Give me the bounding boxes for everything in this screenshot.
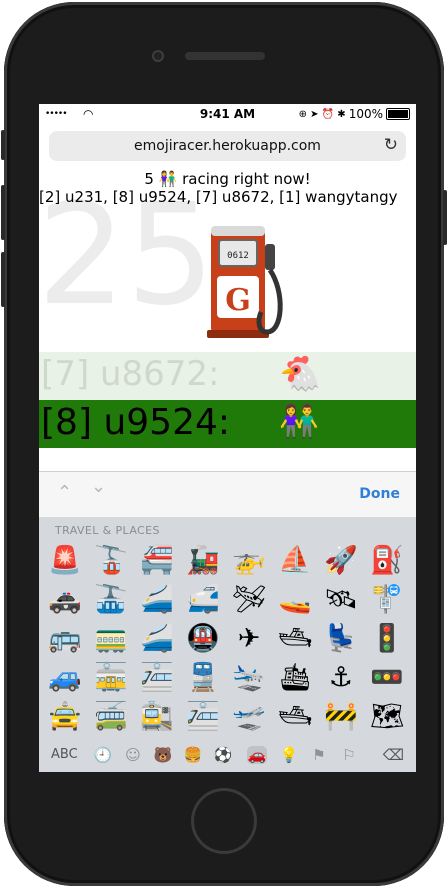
emoji-key[interactable]: 🚁	[229, 542, 269, 580]
emoji-key[interactable]: ✈	[229, 620, 269, 658]
game-area: 25 5 👫 racing right now! [2] u231, [8] u…	[39, 166, 416, 471]
url-text: emojiracer.herokuapp.com	[134, 138, 321, 154]
emoji-key[interactable]: 🛥	[275, 698, 315, 736]
symbols-category-icon[interactable]: ⚑	[309, 746, 329, 764]
screen: ••••• ◠ 9:41 AM ⊕ ➤ ⏰ ✱ 100% emojiracer.…	[39, 104, 416, 772]
emoji-key[interactable]: 🛥	[275, 620, 315, 658]
power-button	[443, 190, 447, 245]
address-bar[interactable]: emojiracer.herokuapp.com ↻	[49, 131, 406, 161]
emoji-key[interactable]: 🛩	[229, 581, 269, 619]
emoji-keyboard: TRAVEL & PLACES 🚨 🚡 🚝 🚂 🚁 ⛵ 🚀 ⛽ 🚓 🚠 🚄 🚅 🛩 🚤 🛰 🚏 🚌 🚃 🚄 🚇 ✈ 🛥 💺 🚦…	[39, 517, 416, 772]
racers-list: [2] u231, [8] u9524, [7] u8672, [1] wang…	[39, 188, 398, 206]
emoji-key[interactable]: 🚓	[45, 581, 85, 619]
emoji-key[interactable]: 🚀	[321, 542, 361, 580]
emoji-key[interactable]: 🛫	[229, 698, 269, 736]
emoji-category-title: TRAVEL & PLACES	[55, 524, 160, 537]
done-button[interactable]: Done	[359, 486, 400, 502]
players-headline: 5 👫 racing right now!	[144, 170, 311, 188]
svg-text:0612: 0612	[227, 251, 249, 261]
status-icons: ⊕ ➤ ⏰ ✱	[298, 108, 346, 120]
travel-category-icon[interactable]: 🚗	[247, 746, 267, 764]
emoji-key[interactable]: 🚅	[183, 581, 223, 619]
emoji-key[interactable]: 🚠	[91, 581, 131, 619]
emoji-key[interactable]: 🚆	[183, 659, 223, 697]
backspace-icon[interactable]: ⌫	[383, 746, 404, 764]
emoji-key[interactable]: 🛬	[229, 659, 269, 697]
keyboard-bottom-bar: ABC 🕘 ☺ 🐻 🍔 ⚽ 🚗 💡 ⚑ ⚐ ⌫	[39, 741, 416, 772]
flags-category-icon[interactable]: ⚐	[339, 746, 359, 764]
emoji-key[interactable]: ⛽	[367, 542, 407, 580]
emoji-key[interactable]: 🚡	[91, 542, 131, 580]
earpiece-speaker	[185, 52, 265, 60]
racer-label: [7] u8672:	[41, 354, 220, 394]
emoji-key[interactable]: 🚥	[367, 659, 407, 697]
front-camera	[152, 50, 164, 62]
emoji-key[interactable]: 🚂	[183, 542, 223, 580]
couple-icon: 👫	[279, 402, 319, 440]
battery-icon	[386, 108, 410, 120]
home-button[interactable]	[191, 788, 257, 854]
next-field-button[interactable]: ⌄	[91, 476, 106, 497]
silent-switch	[1, 130, 5, 160]
emoji-key[interactable]: 💺	[321, 620, 361, 658]
svg-text:G: G	[225, 283, 251, 318]
smileys-category-icon[interactable]: ☺	[123, 746, 143, 764]
racer-label: [8] u9524:	[41, 402, 230, 443]
emoji-key[interactable]: 🚦	[367, 620, 407, 658]
racer-row-faded: [7] u8672: 🐔	[39, 352, 416, 400]
activity-category-icon[interactable]: ⚽	[213, 746, 233, 764]
food-category-icon[interactable]: 🍔	[183, 746, 203, 764]
volume-down-button	[1, 252, 5, 307]
emoji-key[interactable]: 🛳	[275, 659, 315, 697]
keyboard-accessory-bar: ⌃ ⌄ Done	[39, 471, 416, 518]
emoji-key[interactable]: 🚧	[321, 698, 361, 736]
emoji-key[interactable]: ⛵	[275, 542, 315, 580]
emoji-key[interactable]: 🛰	[321, 581, 361, 619]
emoji-key[interactable]: 🚄	[137, 581, 177, 619]
racer-row-active: [8] u9524: 👫	[39, 400, 416, 448]
previous-field-button[interactable]: ⌃	[57, 482, 72, 503]
emoji-key[interactable]: 🚖	[45, 698, 85, 736]
emoji-key[interactable]: ⚓	[321, 659, 361, 697]
emoji-key[interactable]: 🚎	[91, 698, 131, 736]
emoji-key[interactable]: 🚇	[183, 620, 223, 658]
reload-icon[interactable]: ↻	[384, 135, 398, 155]
emoji-key[interactable]: 🚈	[137, 659, 177, 697]
fuel-pump-icon: 0612 G	[207, 226, 283, 338]
battery-percent: 100%	[348, 107, 383, 121]
abc-button[interactable]: ABC	[51, 747, 78, 762]
emoji-key[interactable]: 🚄	[137, 620, 177, 658]
emoji-key[interactable]: 🗺	[367, 698, 407, 736]
emoji-key[interactable]: 🚋	[91, 659, 131, 697]
recent-category-icon[interactable]: 🕘	[93, 746, 113, 764]
emoji-key[interactable]: 🚌	[45, 620, 85, 658]
emoji-key[interactable]: 🚉	[137, 698, 177, 736]
emoji-key[interactable]: 🚨	[45, 542, 85, 580]
objects-category-icon[interactable]: 💡	[279, 746, 299, 764]
emoji-key[interactable]: 🚝	[137, 542, 177, 580]
emoji-key[interactable]: 🚃	[91, 620, 131, 658]
volume-up-button	[1, 185, 5, 240]
emoji-key[interactable]: 🚙	[45, 659, 85, 697]
emoji-key[interactable]: 🚤	[275, 581, 315, 619]
animals-category-icon[interactable]: 🐻	[153, 746, 173, 764]
emoji-key[interactable]: 🚏	[367, 581, 407, 619]
chicken-icon: 🐔	[279, 354, 322, 394]
status-bar: ••••• ◠ 9:41 AM ⊕ ➤ ⏰ ✱ 100%	[39, 104, 416, 126]
emoji-grid: 🚨 🚡 🚝 🚂 🚁 ⛵ 🚀 ⛽ 🚓 🚠 🚄 🚅 🛩 🚤 🛰 🚏 🚌 🚃 🚄 🚇 ✈ 🛥 💺 🚦 🚙 🚋 🚈 🚆 🛬 🛳 ⚓ 🚥 🚖 🚎 🚉 🚈 🛫 🛥 🚧 🗺	[45, 542, 411, 737]
emoji-key[interactable]: 🚈	[183, 698, 223, 736]
